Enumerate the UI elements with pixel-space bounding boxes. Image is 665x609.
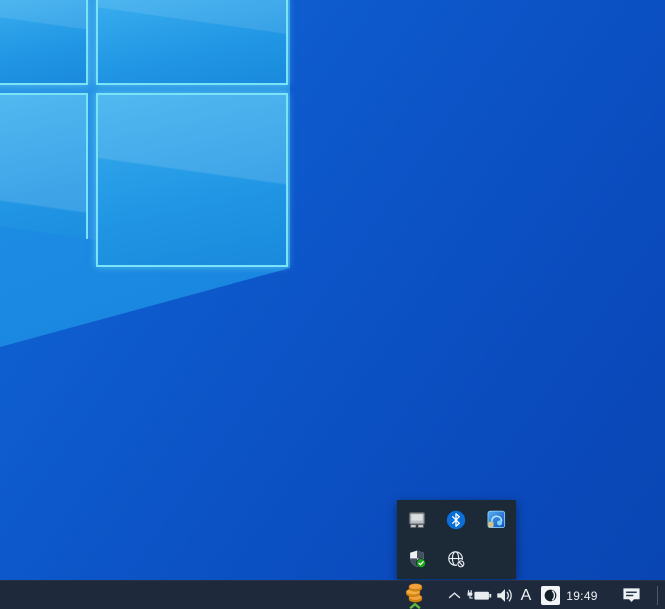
ime-language-label: A [521,587,532,605]
battery-charging-icon [466,587,493,604]
desktop[interactable]: A 19:49 [0,0,665,609]
bluetooth-icon [446,510,466,530]
action-center-button[interactable] [615,581,647,609]
coins-app-tray-icon[interactable] [402,581,428,609]
ime-language-indicator[interactable]: A [516,581,536,609]
chevron-up-icon [447,591,462,600]
security-shield-tray-icon[interactable] [397,540,437,580]
network-offline-tray-icon[interactable] [437,540,477,580]
show-desktop-button[interactable] [657,586,665,605]
flyout-empty-cell [476,540,516,580]
coins-app-icon [403,583,427,609]
blue-app-tray-icon[interactable] [476,500,516,540]
logo-pane-bottom-right [96,93,288,267]
blue-app-icon [487,510,506,529]
battery-status-button[interactable] [465,581,493,609]
show-hidden-icons-button[interactable] [443,581,465,609]
clock-time: 19:49 [566,589,598,603]
logo-pane-top-left [0,0,88,85]
ime-mode-button[interactable] [538,581,562,609]
action-center-icon [621,586,642,605]
volume-button[interactable] [493,581,516,609]
bluetooth-tray-icon[interactable] [437,500,477,540]
ime-mode-icon [541,586,560,605]
taskbar-clock[interactable]: 19:49 [560,581,604,609]
volume-icon [495,587,515,604]
globe-offline-icon [446,549,467,570]
taskbar: A 19:49 [0,580,665,609]
security-shield-icon [407,549,427,569]
touchpad-tray-icon[interactable] [397,500,437,540]
hidden-icons-flyout [397,500,516,579]
logo-pane-top-right [96,0,288,85]
touchpad-icon [407,510,427,530]
